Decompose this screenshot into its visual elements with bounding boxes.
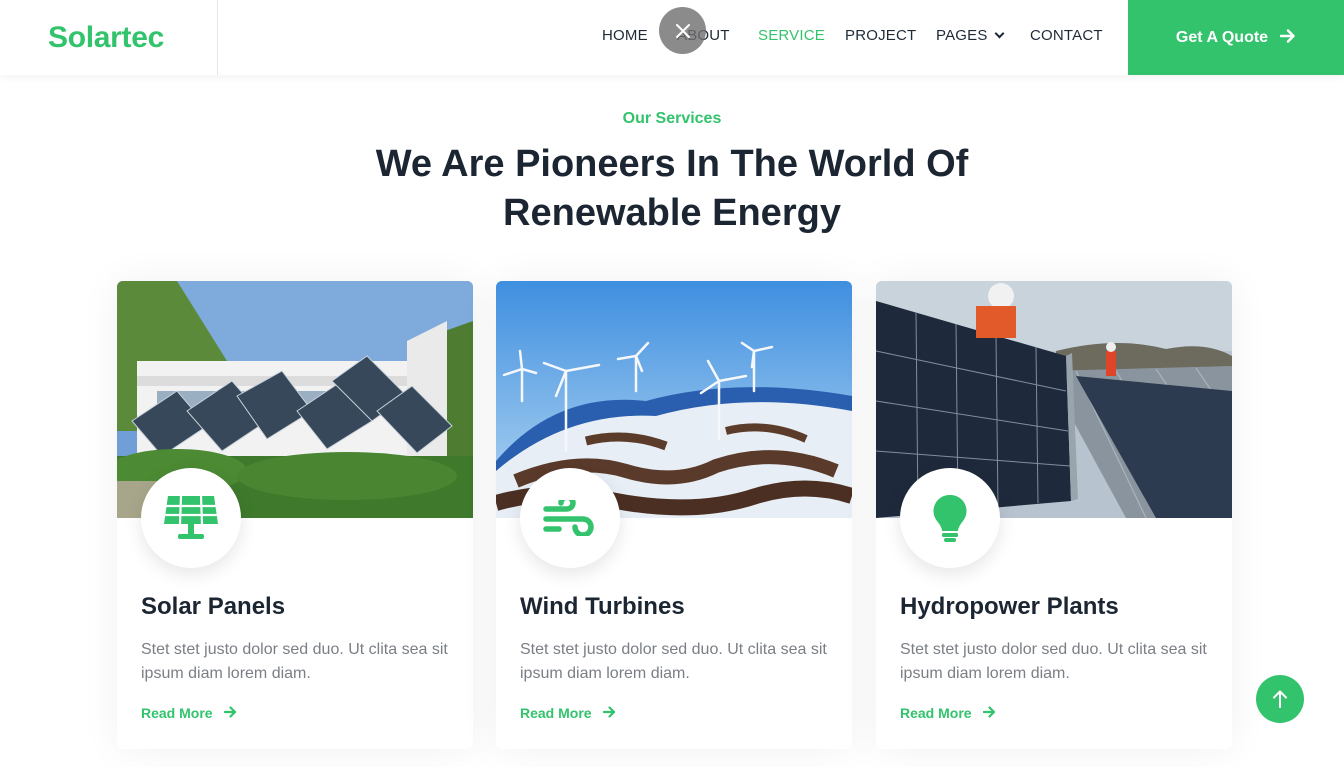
lightbulb-icon: [933, 494, 967, 542]
close-overlay-button[interactable]: [659, 7, 706, 54]
service-card-solar: Solar Panels Stet stet justo dolor sed d…: [117, 281, 473, 749]
nav-pages-dropdown[interactable]: PAGES: [936, 27, 1005, 44]
read-more-link[interactable]: Read More: [141, 705, 237, 722]
card-text: Stet stet justo dolor sed duo. Ut clita …: [900, 641, 1207, 682]
chevron-down-icon: [994, 28, 1005, 39]
close-icon: [675, 23, 690, 38]
section-heading-line2: Renewable Energy: [503, 192, 841, 234]
section-heading: We Are Pioneers In The World Of Renewabl…: [0, 140, 1344, 238]
arrow-right-icon: [983, 705, 996, 722]
nav-home[interactable]: HOME: [602, 27, 648, 44]
solar-panel-icon-circle: [141, 468, 241, 568]
arrow-right-icon: [224, 705, 237, 722]
read-more-label: Read More: [900, 705, 972, 721]
arrow-up-icon: [1273, 690, 1287, 708]
nav-contact[interactable]: CONTACT: [1030, 27, 1103, 44]
card-text: Stet stet justo dolor sed duo. Ut clita …: [520, 641, 827, 682]
get-quote-label: Get A Quote: [1175, 28, 1269, 46]
back-to-top-button[interactable]: [1256, 675, 1304, 723]
card-title: Solar Panels: [141, 593, 286, 620]
read-more-label: Read More: [141, 705, 213, 721]
read-more-link[interactable]: Read More: [520, 705, 616, 722]
lightbulb-icon-circle: [900, 468, 1000, 568]
wind-icon-circle: [520, 468, 620, 568]
nav-project[interactable]: PROJECT: [845, 27, 916, 44]
wind-icon: [543, 500, 594, 536]
service-card-wind: Wind Turbines Stet stet justo dolor sed …: [496, 281, 852, 749]
read-more-label: Read More: [520, 705, 592, 721]
nav-pages-label: PAGES: [936, 27, 988, 44]
card-text: Stet stet justo dolor sed duo. Ut clita …: [141, 641, 448, 682]
read-more-link[interactable]: Read More: [900, 705, 996, 722]
solar-panel-icon: [164, 495, 218, 539]
arrow-right-icon: [603, 705, 616, 722]
brand-logo[interactable]: Solartec: [0, 0, 218, 75]
section-heading-line1: We Are Pioneers In The World Of: [375, 143, 969, 185]
card-title: Hydropower Plants: [900, 593, 1119, 620]
brand-name[interactable]: Solartec: [48, 21, 164, 55]
get-quote-button[interactable]: Get A Quote: [1128, 0, 1344, 75]
service-card-hydro: Hydropower Plants Stet stet justo dolor …: [876, 281, 1232, 749]
arrow-right-icon: [1279, 26, 1296, 49]
nav-service[interactable]: SERVICE: [758, 27, 825, 44]
card-title: Wind Turbines: [520, 593, 685, 620]
section-eyebrow: Our Services: [622, 110, 722, 127]
